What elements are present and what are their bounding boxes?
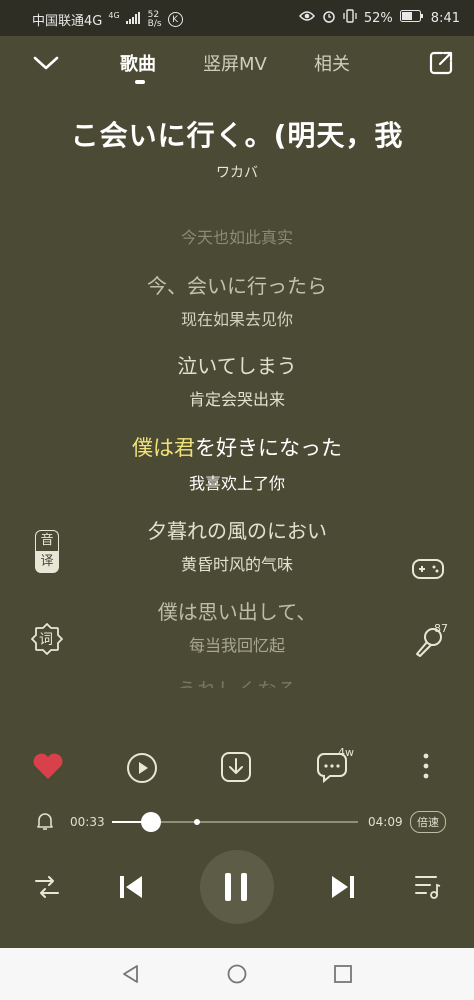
pause-icon — [223, 872, 251, 906]
lyric-translation: 每当我回忆起 — [188, 636, 285, 655]
comment-count: 4w — [338, 746, 354, 759]
recents-nav-icon[interactable] — [333, 964, 353, 988]
next-track-icon[interactable] — [330, 874, 356, 904]
lyrics-poster-button[interactable]: 词 — [30, 622, 64, 660]
lyric-sung-part: 僕は君 — [132, 436, 195, 460]
current-time: 00:33 — [70, 815, 105, 829]
net-speed: 52 B/s — [147, 9, 162, 29]
vibrate-icon — [343, 9, 357, 27]
comment-icon[interactable]: 4w — [316, 746, 354, 788]
progress-track[interactable] — [112, 812, 358, 832]
heart-icon[interactable] — [32, 752, 64, 784]
play-video-icon[interactable] — [126, 752, 158, 788]
carrier-label: 中国联通4G — [32, 14, 103, 29]
ci-label: 词 — [39, 632, 53, 648]
battery-icon — [399, 10, 424, 26]
download-icon[interactable] — [220, 751, 252, 787]
gamepad-icon[interactable] — [412, 556, 444, 586]
lyric-translation: 黄昏时风的气味 — [180, 555, 293, 574]
eye-icon — [298, 10, 315, 26]
bell-icon[interactable] — [36, 811, 54, 834]
playback-controls — [0, 850, 474, 924]
lyric-translation-current: 我喜欢上了你 — [188, 474, 285, 493]
collapse-chevron-icon[interactable] — [32, 52, 60, 76]
battery-percent: 52% — [363, 10, 393, 26]
yin-label: 音 — [35, 530, 59, 551]
tab-vertical-mv[interactable]: 竖屏MV — [203, 50, 267, 76]
more-icon[interactable] — [422, 752, 430, 784]
sing-along-button[interactable]: 87 — [414, 622, 448, 662]
share-icon[interactable] — [428, 50, 454, 80]
top-bar: 歌曲 竖屏MV 相关 — [0, 36, 474, 92]
lyric-line: 僕は思い出して、 — [157, 600, 317, 624]
lyric-line-current: 僕は君を好きになった — [0, 432, 474, 462]
yi-label: 译 — [35, 551, 59, 573]
tab-related[interactable]: 相关 — [314, 50, 350, 76]
progress-knob[interactable] — [141, 812, 162, 832]
total-time: 04:09 — [368, 815, 403, 829]
buffer-marker — [194, 819, 200, 825]
romaji-translate-button[interactable]: 音 译 — [35, 530, 59, 573]
play-pause-button[interactable] — [200, 850, 274, 924]
status-bar: 中国联通4G 4G 52 B/s K 52% 8:41 — [0, 0, 474, 36]
lyric-translation: 肯定会哭出来 — [188, 390, 285, 409]
back-nav-icon[interactable] — [121, 964, 141, 988]
k-app-icon: K — [167, 12, 183, 27]
lyric-line: 今、会いに行ったら — [147, 274, 327, 298]
repeat-mode-icon[interactable] — [34, 876, 60, 902]
alarm-icon — [322, 9, 336, 27]
lyric-translation: 今天也如此真实 — [180, 228, 293, 247]
lyric-unsung-part: を好きになった — [195, 436, 342, 460]
lyric-translation: 现在如果去见你 — [180, 310, 293, 329]
song-title: こ会いに行く。(明天，我 — [70, 119, 404, 152]
sing-count: 87 — [434, 622, 448, 635]
progress-row: 00:33 04:09 倍速 — [0, 806, 474, 840]
action-row: 4w — [0, 736, 474, 796]
lyric-line: 泣いてしまう — [177, 354, 297, 378]
artist-name[interactable]: ワカバ — [0, 162, 474, 182]
tab-song[interactable]: 歌曲 — [120, 50, 156, 76]
playlist-icon[interactable] — [414, 874, 442, 904]
lyric-line: うれしくなる — [0, 674, 474, 688]
home-nav-icon[interactable] — [227, 964, 247, 988]
playback-speed-button[interactable]: 倍速 — [410, 811, 446, 833]
active-tab-indicator — [135, 80, 145, 84]
system-nav-bar — [0, 948, 474, 1000]
network-badge: 4G — [108, 11, 120, 20]
player-screen: 歌曲 竖屏MV 相关 こ会いに行く。(明天，我 ワカバ 今天也如此真实 今、会い… — [0, 36, 474, 948]
clock: 8:41 — [430, 10, 460, 26]
lyric-line: 夕暮れの風のにおい — [147, 519, 327, 543]
previous-track-icon[interactable] — [118, 874, 144, 904]
signal-icon — [125, 11, 140, 28]
